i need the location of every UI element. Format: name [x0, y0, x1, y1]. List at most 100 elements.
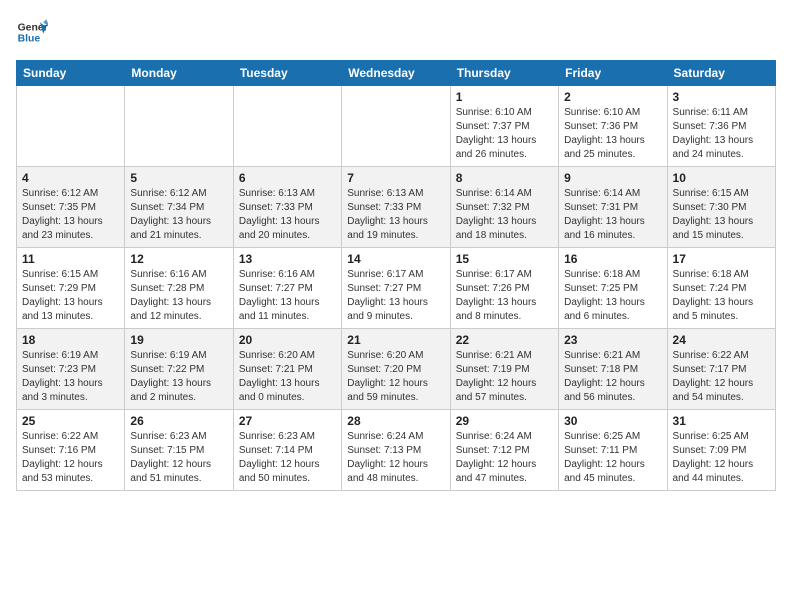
day-info: Sunrise: 6:16 AM Sunset: 7:28 PM Dayligh…: [130, 268, 227, 324]
calendar-cell: 2Sunrise: 6:10 AM Sunset: 7:36 PM Daylig…: [559, 86, 667, 167]
day-number: 13: [239, 252, 336, 266]
day-info: Sunrise: 6:20 AM Sunset: 7:20 PM Dayligh…: [347, 349, 444, 405]
day-number: 9: [564, 171, 661, 185]
day-number: 17: [673, 252, 770, 266]
day-number: 30: [564, 414, 661, 428]
day-info: Sunrise: 6:15 AM Sunset: 7:29 PM Dayligh…: [22, 268, 119, 324]
day-info: Sunrise: 6:24 AM Sunset: 7:12 PM Dayligh…: [456, 430, 553, 486]
day-number: 31: [673, 414, 770, 428]
day-number: 15: [456, 252, 553, 266]
day-number: 28: [347, 414, 444, 428]
calendar-cell: 26 Sunrise: 6:23 AM Sunset: 7:15 PM Dayli…: [125, 410, 233, 491]
day-info: Sunrise: 6:21 AM Sunset: 7:18 PM Dayligh…: [564, 349, 661, 405]
calendar-cell: 3 Sunrise: 6:11 AM Sunset: 7:36 PM Daylig…: [667, 86, 775, 167]
calendar-cell: 17 Sunrise: 6:18 AM Sunset: 7:24 PM Dayli…: [667, 248, 775, 329]
calendar-cell: 9 Sunrise: 6:14 AM Sunset: 7:31 PM Daylig…: [559, 167, 667, 248]
day-info: Sunrise: 6:18 AM Sunset: 7:24 PM Dayligh…: [673, 268, 770, 324]
day-number: 12: [130, 252, 227, 266]
day-number: 25: [22, 414, 119, 428]
day-number: 11: [22, 252, 119, 266]
calendar-cell: 15 Sunrise: 6:17 AM Sunset: 7:26 PM Dayli…: [450, 248, 558, 329]
calendar-cell: 10Sunrise: 6:15 AM Sunset: 7:30 PM Dayli…: [667, 167, 775, 248]
day-info: Sunrise: 6:25 AM Sunset: 7:11 PM Dayligh…: [564, 430, 661, 486]
day-number: 19: [130, 333, 227, 347]
calendar-cell: 6 Sunrise: 6:13 AM Sunset: 7:33 PM Daylig…: [233, 167, 341, 248]
day-info: Sunrise: 6:17 AM Sunset: 7:27 PM Dayligh…: [347, 268, 444, 324]
day-number: 26: [130, 414, 227, 428]
day-number: 1: [456, 90, 553, 104]
day-info: Sunrise: 6:22 AM Sunset: 7:16 PM Dayligh…: [22, 430, 119, 486]
day-info: Sunrise: 6:12 AM Sunset: 7:34 PM Dayligh…: [130, 187, 227, 243]
day-number: 24: [673, 333, 770, 347]
day-info: Sunrise: 6:19 AM Sunset: 7:22 PM Dayligh…: [130, 349, 227, 405]
day-info: Sunrise: 6:16 AM Sunset: 7:27 PM Dayligh…: [239, 268, 336, 324]
day-number: 29: [456, 414, 553, 428]
day-number: 27: [239, 414, 336, 428]
page-header: General Blue: [16, 16, 776, 48]
day-info: Sunrise: 6:22 AM Sunset: 7:17 PM Dayligh…: [673, 349, 770, 405]
day-number: 2: [564, 90, 661, 104]
weekday-header-sunday: Sunday: [17, 61, 125, 86]
calendar-week-2: 4 Sunrise: 6:12 AM Sunset: 7:35 PM Daylig…: [17, 167, 776, 248]
weekday-header-monday: Monday: [125, 61, 233, 86]
calendar-cell: 14Sunrise: 6:17 AM Sunset: 7:27 PM Dayli…: [342, 248, 450, 329]
day-info: Sunrise: 6:25 AM Sunset: 7:09 PM Dayligh…: [673, 430, 770, 486]
day-info: Sunrise: 6:13 AM Sunset: 7:33 PM Dayligh…: [239, 187, 336, 243]
day-info: Sunrise: 6:19 AM Sunset: 7:23 PM Dayligh…: [22, 349, 119, 405]
calendar-cell: 21 Sunrise: 6:20 AM Sunset: 7:20 PM Dayli…: [342, 329, 450, 410]
calendar-cell: [17, 86, 125, 167]
day-number: 7: [347, 171, 444, 185]
calendar-cell: 22 Sunrise: 6:21 AM Sunset: 7:19 PM Dayli…: [450, 329, 558, 410]
day-number: 4: [22, 171, 119, 185]
day-number: 3: [673, 90, 770, 104]
calendar-cell: 1 Sunrise: 6:10 AM Sunset: 7:37 PM Daylig…: [450, 86, 558, 167]
day-info: Sunrise: 6:18 AM Sunset: 7:25 PM Dayligh…: [564, 268, 661, 324]
calendar-cell: 18Sunrise: 6:19 AM Sunset: 7:23 PM Dayli…: [17, 329, 125, 410]
weekday-header-friday: Friday: [559, 61, 667, 86]
calendar-cell: 8 Sunrise: 6:14 AM Sunset: 7:32 PM Daylig…: [450, 167, 558, 248]
calendar-cell: 29 Sunrise: 6:24 AM Sunset: 7:12 PM Dayli…: [450, 410, 558, 491]
day-number: 5: [130, 171, 227, 185]
calendar-cell: 28 Sunrise: 6:24 AM Sunset: 7:13 PM Dayli…: [342, 410, 450, 491]
calendar-table: SundayMondayTuesdayWednesdayThursdayFrid…: [16, 60, 776, 491]
day-info: Sunrise: 6:14 AM Sunset: 7:32 PM Dayligh…: [456, 187, 553, 243]
calendar-cell: 12 Sunrise: 6:16 AM Sunset: 7:28 PM Dayli…: [125, 248, 233, 329]
day-number: 6: [239, 171, 336, 185]
calendar-cell: 13 Sunrise: 6:16 AM Sunset: 7:27 PM Dayli…: [233, 248, 341, 329]
day-info: Sunrise: 6:24 AM Sunset: 7:13 PM Dayligh…: [347, 430, 444, 486]
calendar-cell: [125, 86, 233, 167]
calendar-cell: 23Sunrise: 6:21 AM Sunset: 7:18 PM Dayli…: [559, 329, 667, 410]
calendar-cell: [342, 86, 450, 167]
day-info: Sunrise: 6:10 AM Sunset: 7:37 PM Dayligh…: [456, 106, 553, 162]
day-info: Sunrise: 6:21 AM Sunset: 7:19 PM Dayligh…: [456, 349, 553, 405]
day-info: Sunrise: 6:23 AM Sunset: 7:15 PM Dayligh…: [130, 430, 227, 486]
calendar-cell: 30 Sunrise: 6:25 AM Sunset: 7:11 PM Dayli…: [559, 410, 667, 491]
calendar-week-5: 25 Sunrise: 6:22 AM Sunset: 7:16 PM Dayli…: [17, 410, 776, 491]
weekday-header-tuesday: Tuesday: [233, 61, 341, 86]
calendar-cell: 11 Sunrise: 6:15 AM Sunset: 7:29 PM Dayli…: [17, 248, 125, 329]
calendar-cell: 24 Sunrise: 6:22 AM Sunset: 7:17 PM Dayli…: [667, 329, 775, 410]
day-number: 8: [456, 171, 553, 185]
calendar-cell: 19 Sunrise: 6:19 AM Sunset: 7:22 PM Dayli…: [125, 329, 233, 410]
calendar-cell: [233, 86, 341, 167]
day-number: 16: [564, 252, 661, 266]
weekday-header-saturday: Saturday: [667, 61, 775, 86]
day-number: 20: [239, 333, 336, 347]
calendar-cell: 16 Sunrise: 6:18 AM Sunset: 7:25 PM Dayli…: [559, 248, 667, 329]
day-number: 22: [456, 333, 553, 347]
day-number: 21: [347, 333, 444, 347]
day-info: Sunrise: 6:14 AM Sunset: 7:31 PM Dayligh…: [564, 187, 661, 243]
calendar-week-1: 1 Sunrise: 6:10 AM Sunset: 7:37 PM Daylig…: [17, 86, 776, 167]
day-info: Sunrise: 6:11 AM Sunset: 7:36 PM Dayligh…: [673, 106, 770, 162]
logo: General Blue: [16, 16, 54, 48]
weekday-header-wednesday: Wednesday: [342, 61, 450, 86]
day-info: Sunrise: 6:12 AM Sunset: 7:35 PM Dayligh…: [22, 187, 119, 243]
day-info: Sunrise: 6:17 AM Sunset: 7:26 PM Dayligh…: [456, 268, 553, 324]
calendar-cell: 7 Sunrise: 6:13 AM Sunset: 7:33 PM Daylig…: [342, 167, 450, 248]
day-info: Sunrise: 6:15 AM Sunset: 7:30 PM Dayligh…: [673, 187, 770, 243]
day-info: Sunrise: 6:20 AM Sunset: 7:21 PM Dayligh…: [239, 349, 336, 405]
calendar-cell: 5 Sunrise: 6:12 AM Sunset: 7:34 PM Daylig…: [125, 167, 233, 248]
weekday-header-row: SundayMondayTuesdayWednesdayThursdayFrid…: [17, 61, 776, 86]
day-info: Sunrise: 6:13 AM Sunset: 7:33 PM Dayligh…: [347, 187, 444, 243]
weekday-header-thursday: Thursday: [450, 61, 558, 86]
